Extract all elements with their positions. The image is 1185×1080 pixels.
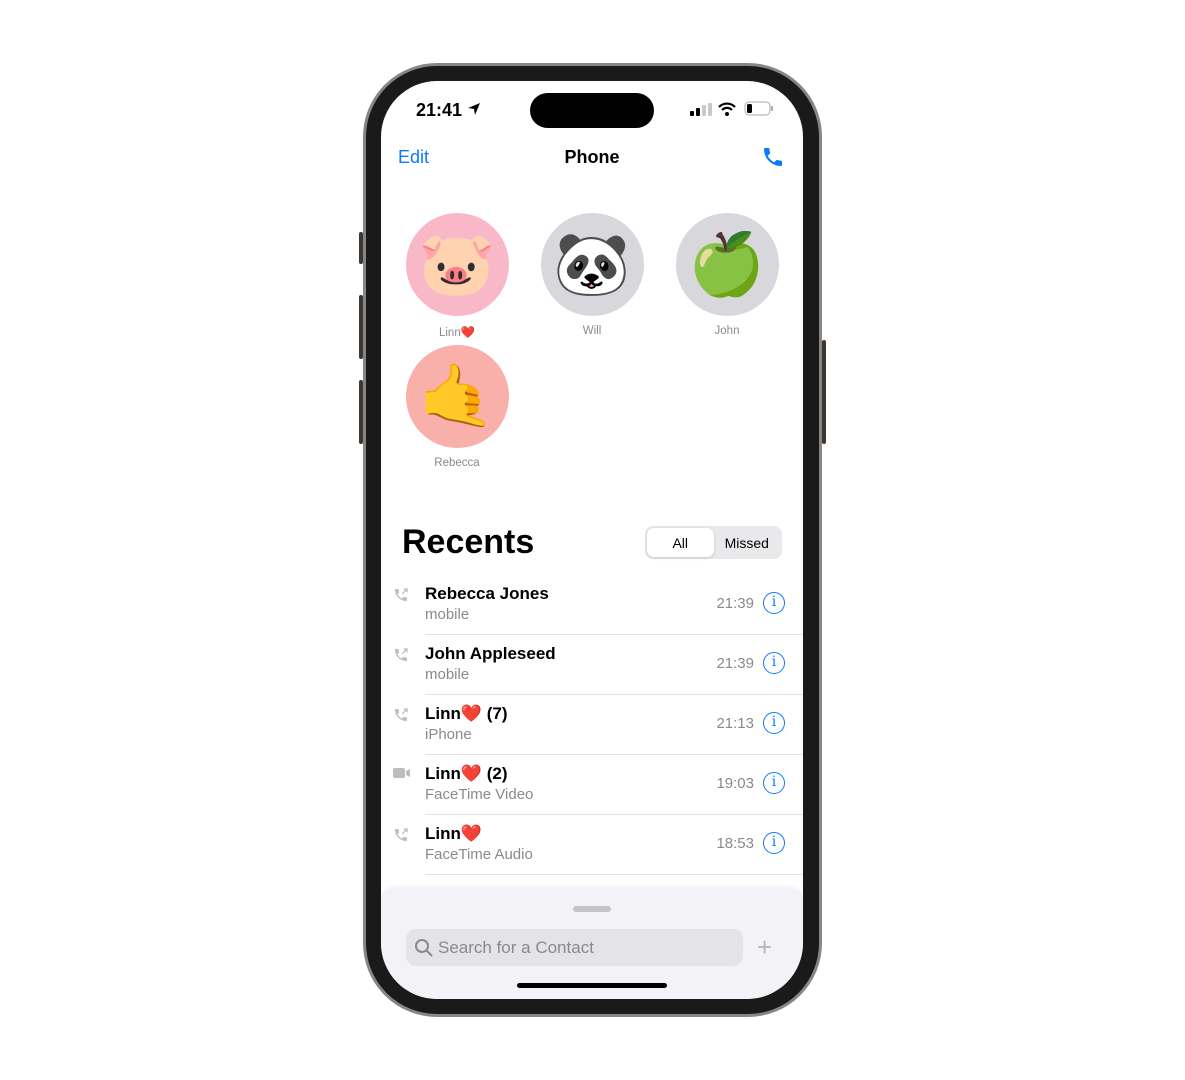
- avatar: 🍏: [675, 213, 779, 316]
- info-button[interactable]: i: [763, 652, 785, 674]
- status-time: 21:41: [416, 100, 463, 120]
- call-type: FaceTime Audio: [425, 846, 533, 863]
- call-type: mobile: [425, 606, 470, 623]
- add-contact-button[interactable]: +: [757, 932, 772, 963]
- phone-outgoing-icon: [393, 647, 409, 666]
- avatar: 🐷: [405, 213, 509, 316]
- volume-up-button: [359, 295, 363, 359]
- sheet-grabber[interactable]: [573, 906, 611, 912]
- recents-filter-segmented-control: All Missed: [645, 526, 782, 559]
- call-time: 19:03: [716, 775, 754, 792]
- recents-title: Recents: [402, 523, 535, 561]
- call-type: FaceTime Video: [425, 786, 534, 803]
- call-type: iPhone: [425, 726, 472, 743]
- favorite-contact[interactable]: 🍏 John: [675, 213, 779, 337]
- caller-name: Linn❤️ (2): [425, 764, 508, 783]
- segment-all[interactable]: All: [647, 528, 714, 557]
- phone-outgoing-icon: [393, 707, 409, 726]
- call-type: mobile: [425, 666, 470, 683]
- caller-name: Linn❤️ (7): [425, 704, 508, 723]
- screen: 21:41 Phone Edit 🐷 Linn❤️ 🐼 Will 🍏 John 🤙 Re…: [381, 81, 803, 999]
- phone-outgoing-icon: [393, 827, 409, 846]
- battery-icon: [744, 101, 773, 116]
- nav-title: Phone: [564, 147, 620, 167]
- segment-missed[interactable]: Missed: [714, 528, 781, 557]
- edit-button[interactable]: Edit: [398, 147, 429, 168]
- favorite-contact[interactable]: 🤙 Rebecca: [405, 345, 509, 469]
- info-button[interactable]: i: [763, 832, 785, 854]
- dynamic-island: [530, 93, 654, 128]
- favorite-contact[interactable]: 🐷 Linn❤️: [405, 213, 509, 339]
- power-button: [822, 340, 826, 444]
- favorite-name: Rebecca: [434, 457, 480, 469]
- info-button[interactable]: i: [763, 712, 785, 734]
- location-arrow-icon: [468, 103, 480, 115]
- call-time: 21:39: [716, 595, 754, 612]
- call-time: 18:53: [716, 835, 754, 852]
- info-button[interactable]: i: [763, 592, 785, 614]
- call-time: 21:13: [716, 715, 754, 732]
- caller-name: John Appleseed: [425, 644, 556, 663]
- search-icon: [415, 938, 433, 957]
- video-outgoing-icon: [393, 767, 411, 782]
- favorite-name: Will: [582, 325, 602, 337]
- recent-call-row[interactable]: Linn❤️ FaceTime Audio 18:53 i: [381, 815, 803, 875]
- caller-name: Linn❤️: [425, 824, 483, 843]
- action-button: [359, 232, 363, 264]
- favorite-name: Linn❤️: [438, 327, 476, 339]
- recent-call-row[interactable]: Linn❤️ (2) FaceTime Video 19:03 i: [381, 755, 803, 815]
- caller-name: Rebecca Jones: [425, 584, 549, 603]
- search-placeholder: Search for a Contact: [438, 937, 594, 957]
- row-divider: [425, 874, 803, 875]
- favorite-contact[interactable]: 🐼 Will: [540, 213, 644, 337]
- recent-call-row[interactable]: Linn❤️ (7) iPhone 21:13 i: [381, 695, 803, 755]
- wifi-icon: [718, 102, 736, 116]
- recent-call-row[interactable]: John Appleseed mobile 21:39 i: [381, 635, 803, 695]
- phone-outgoing-icon: [393, 587, 409, 606]
- avatar: 🤙: [405, 345, 509, 448]
- cellular-signal-icon: [690, 103, 712, 116]
- new-call-button[interactable]: [761, 145, 785, 169]
- recent-call-row[interactable]: Rebecca Jones mobile 21:39 i: [381, 575, 803, 635]
- favorite-name: John: [714, 325, 740, 337]
- info-button[interactable]: i: [763, 772, 785, 794]
- home-indicator: [517, 983, 667, 988]
- call-time: 21:39: [716, 655, 754, 672]
- volume-down-button: [359, 380, 363, 444]
- search-input[interactable]: Search for a Contact: [406, 929, 743, 966]
- avatar: 🐼: [540, 213, 644, 316]
